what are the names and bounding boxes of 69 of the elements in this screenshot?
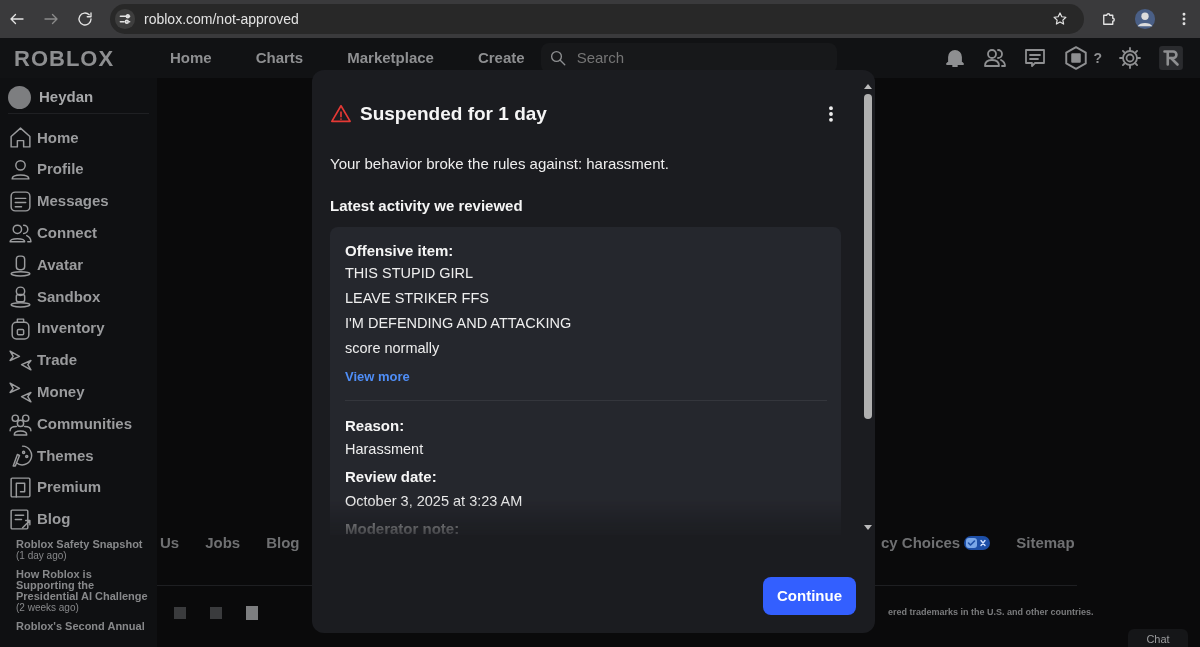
chat-icon[interactable]: [1023, 46, 1048, 70]
sidebar-item[interactable]: Messages: [8, 185, 149, 218]
nav-link[interactable]: Create: [477, 46, 525, 70]
user-name[interactable]: Heydan: [39, 86, 94, 109]
currency-icon[interactable]: [1063, 45, 1090, 71]
footer-link[interactable]: Sitemap: [1016, 531, 1075, 555]
sidebar-item[interactable]: Profile: [8, 153, 149, 186]
friends-icon[interactable]: [983, 46, 1008, 70]
home-icon: [8, 125, 33, 151]
continue-button[interactable]: Continue: [763, 577, 856, 615]
search-input[interactable]: Search: [574, 45, 815, 71]
footer-link[interactable]: Jobs: [205, 531, 241, 555]
sidebar-item[interactable]: Premium: [8, 471, 149, 504]
group-icon: [8, 411, 33, 437]
section-heading: Latest activity we reviewed: [330, 196, 524, 216]
profile-avatar-icon[interactable]: [1134, 8, 1156, 30]
nav-link[interactable]: Charts: [255, 46, 304, 70]
reload-icon[interactable]: [76, 10, 94, 28]
sidebar-item[interactable]: Themes: [8, 439, 149, 472]
search-bar[interactable]: Search: [540, 43, 837, 73]
message-line: I'M DEFENDING AND ATTACKING: [345, 313, 573, 333]
sidebar-item[interactable]: Communities: [8, 408, 149, 440]
site-settings-icon[interactable]: [114, 8, 136, 30]
message-line: LEAVE STRIKER FFS: [345, 288, 490, 308]
search-icon: [548, 49, 567, 67]
blog-post-link[interactable]: Roblox Safety Snapshot (1 day ago): [16, 539, 149, 562]
message-line: score normally: [345, 338, 441, 358]
settings-icon[interactable]: [1118, 46, 1142, 70]
currency-amount: ?: [1093, 48, 1102, 68]
message-line: THIS STUPID GIRL: [345, 263, 475, 283]
view-more-link[interactable]: View more: [345, 366, 410, 386]
sidebar-item[interactable]: Money: [8, 376, 149, 409]
blog-post-link[interactable]: How Roblox is Supporting the Presidential AI Challenge (2 weeks ago): [16, 569, 149, 614]
message-icon: [8, 189, 33, 214]
backpack-icon: [8, 316, 33, 342]
url-text[interactable]: roblox.com/not-approved: [144, 8, 299, 30]
field-value: Harassment: [345, 440, 425, 459]
copyright-text: ered trademarks in the U.S. and other countries.: [888, 606, 1094, 620]
blog-icon: [8, 506, 33, 532]
field-label: Moderator note:: [345, 518, 461, 535]
sidebar-item[interactable]: Sandbox: [8, 281, 149, 313]
premium-icon: [8, 475, 33, 501]
roblox-logo[interactable]: ROBLOX: [0, 41, 170, 75]
sidebar-item[interactable]: Inventory: [8, 312, 149, 345]
sidebar-item[interactable]: Blog: [8, 503, 149, 536]
blog-post-link[interactable]: Roblox's Second Annual: [16, 621, 149, 633]
user-avatar[interactable]: [8, 86, 31, 109]
sidebar-item[interactable]: Home: [8, 122, 149, 154]
sidebar-item[interactable]: Connect: [8, 217, 149, 250]
sidebar-item[interactable]: Trade: [8, 344, 149, 377]
footer-link[interactable]: Blog: [266, 531, 300, 555]
nav-link[interactable]: Marketplace: [347, 46, 434, 70]
bookmark-star-icon[interactable]: [1052, 11, 1068, 27]
violation-message: Your behavior broke the rules against: harassment.: [330, 153, 670, 174]
field-label: Review date:: [345, 467, 438, 487]
extension-logo-icon[interactable]: [1158, 45, 1184, 71]
footer-link[interactable]: cy Choices: [881, 531, 991, 555]
nav-link[interactable]: Home: [170, 46, 212, 70]
dialog-title: Suspended for 1 day: [360, 102, 548, 126]
sidebar-item[interactable]: Avatar: [8, 249, 149, 281]
avatar-icon: [8, 252, 33, 278]
field-value: October 3, 2025 at 3:23 AM: [345, 491, 524, 511]
footer-link[interactable]: Us: [160, 531, 180, 555]
privacy-toggle-icon: [964, 536, 991, 550]
field-label: Reason:: [345, 415, 406, 436]
chat-button[interactable]: Chat: [1128, 629, 1188, 647]
avatar-icon: [8, 284, 33, 310]
field-label: Offensive item:: [345, 240, 455, 261]
extensions-icon[interactable]: [1100, 10, 1118, 28]
